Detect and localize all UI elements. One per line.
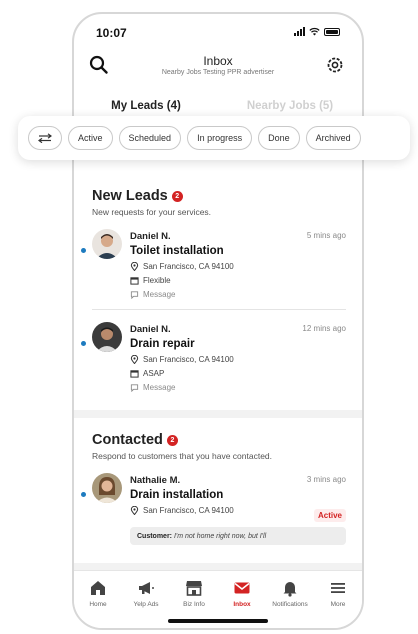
lead-schedule: ASAP [130,369,346,378]
gear-icon[interactable] [324,54,346,76]
location-text: San Francisco, CA 94100 [143,506,234,515]
message-label: Message [143,290,176,299]
job-title: Drain repair [130,338,195,350]
battery-icon [324,28,340,36]
unread-dot [81,341,86,346]
status-badge: Active [313,509,346,522]
bottom-nav: Home Yelp Ads Biz Info Inbox Notificatio… [74,570,362,628]
header-title-group: Inbox Nearby Jobs Testing PPR advertiser [124,54,312,76]
section-description: New requests for your services. [92,207,212,217]
nav-more[interactable]: More [314,571,362,628]
megaphone-icon [139,582,154,594]
storefront-icon [186,581,202,596]
filter-chip-archived[interactable]: Archived [305,126,361,150]
location-text: San Francisco, CA 94100 [143,355,234,364]
lead-item[interactable]: Daniel N. 5 mins ago Toilet installation… [81,217,346,309]
nav-label: Notifications [272,601,308,608]
avatar [92,473,122,503]
section-description: Respond to customers that you have conta… [92,451,273,461]
filter-bar: Active Scheduled In progress Done Archiv… [18,116,410,160]
filter-chip-done[interactable]: Done [258,126,300,150]
filter-icon [38,133,52,143]
message-action[interactable]: Message [130,383,346,392]
contacted-header: Contacted 2 [92,432,346,448]
section-title: New Leads [92,188,168,204]
page-title: Inbox [203,54,233,68]
mail-icon [234,582,250,594]
location-pin-icon [130,262,139,271]
count-badge: 2 [166,434,178,446]
message-action[interactable]: Message [130,290,346,299]
lead-time: 3 mins ago [306,475,346,484]
new-leads-header: New Leads 2 [92,188,346,204]
schedule-text: ASAP [143,369,165,378]
message-bubble-icon [130,384,139,392]
filter-chip-scheduled[interactable]: Scheduled [118,126,182,150]
home-indicator [168,619,268,623]
nav-label: Biz Info [183,601,205,608]
lead-schedule: Flexible [130,276,346,285]
lead-item[interactable]: Nathalie M. 3 mins ago Drain installatio… [81,461,346,555]
calendar-icon [130,370,139,378]
quote-text: I'm not home right now, but I'll [173,533,267,540]
page-subtitle: Nearby Jobs Testing PPR advertiser [161,69,275,76]
phone-frame: 10:07 Inbox Nearby Jobs Testing PPR adve… [72,12,364,630]
schedule-text: Flexible [143,276,171,285]
nav-label: Home [89,601,107,608]
avatar [92,322,122,352]
location-pin-icon [130,506,139,515]
nav-yelp-ads[interactable]: Yelp Ads [122,571,170,628]
status-time: 10:07 [96,26,127,40]
nav-home[interactable]: Home [74,571,122,628]
nav-notifications[interactable]: Notifications [266,571,314,628]
wifi-icon [309,27,320,36]
section-title: Contacted [92,432,163,448]
calendar-icon [130,277,139,285]
filter-toggle-button[interactable] [28,126,62,150]
inbox-header: Inbox Nearby Jobs Testing PPR advertiser [74,48,362,92]
unread-dot [81,492,86,497]
lead-time: 5 mins ago [306,231,346,240]
bell-icon [283,582,297,597]
nav-label: Inbox [233,601,251,608]
signal-icon [294,27,305,36]
quote-label: Customer: [137,533,173,540]
nav-label: More [330,601,346,608]
status-bar: 10:07 [74,14,362,48]
count-badge: 2 [171,190,183,202]
home-icon [91,581,105,595]
filter-chip-active[interactable]: Active [68,126,113,150]
message-preview: Customer: I'm not home right now, but I'… [130,527,346,545]
lead-location: San Francisco, CA 94100 [130,355,346,364]
message-bubble-icon [130,291,139,299]
message-label: Message [143,383,176,392]
location-pin-icon [130,355,139,364]
job-title: Drain installation [130,489,224,501]
status-icons [294,27,340,36]
avatar [92,229,122,259]
unread-dot [81,248,86,253]
contacted-section: Contacted 2 Respond to customers that yo… [74,418,362,563]
filter-chip-in-progress[interactable]: In progress [187,126,253,150]
job-title: Toilet installation [130,245,224,257]
lead-time: 12 mins ago [302,324,346,333]
search-icon[interactable] [88,54,110,76]
new-leads-section: New Leads 2 New requests for your servic… [74,174,362,410]
lead-location: San Francisco, CA 94100 [130,262,346,271]
lead-item[interactable]: Daniel N. 12 mins ago Drain repair San F… [81,309,346,402]
inbox-content: New Leads 2 New requests for your servic… [74,174,362,570]
nav-label: Yelp Ads [133,601,159,608]
menu-icon [331,583,345,593]
location-text: San Francisco, CA 94100 [143,262,234,271]
